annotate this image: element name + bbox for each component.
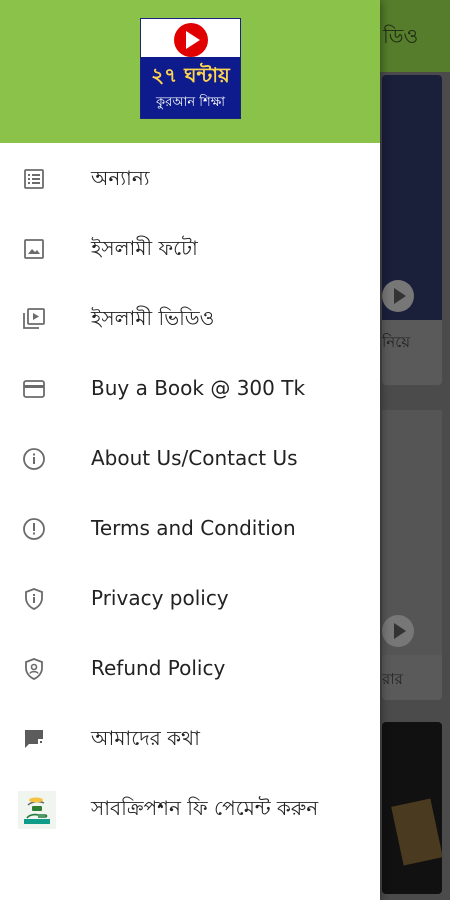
drawer-item-refund[interactable]: Refund Policy — [0, 633, 380, 703]
drawer-item-about-contact[interactable]: About Us/Contact Us — [0, 423, 380, 493]
video-card[interactable] — [382, 722, 443, 894]
payment-hand-icon — [18, 791, 56, 829]
play-icon — [174, 23, 208, 57]
drawer-item-label: ইসলামী ভিডিও — [91, 306, 215, 330]
background-app-title: ডিও — [383, 24, 419, 48]
drawer-item-others[interactable]: অন্যান্য — [0, 143, 380, 213]
feedback-icon — [22, 727, 46, 751]
drawer-item-our-words[interactable]: আমাদের কথা — [0, 703, 380, 773]
shield-info-icon — [22, 587, 46, 611]
play-icon[interactable] — [382, 280, 414, 312]
video-library-icon — [22, 307, 46, 331]
drawer-item-label: সাবক্রিপশন ফি পেমেন্ট করুন — [91, 796, 319, 820]
video-title: নিয়ে — [382, 333, 411, 351]
drawer-menu: অন্যান্য ইসলামী ফটো ইসলামী ভিডিও Buy a B… — [0, 143, 380, 843]
navigation-drawer: ২৭ ঘন্টায় কুরআন শিক্ষা অন্যান্য ইসলামী … — [0, 0, 380, 900]
drawer-item-islamic-video[interactable]: ইসলামী ভিডিও — [0, 283, 380, 353]
list-icon — [22, 167, 46, 191]
drawer-item-terms[interactable]: Terms and Condition — [0, 493, 380, 563]
logo-subtitle: কুরআন শিক্ষা — [155, 95, 225, 110]
drawer-item-label: Privacy policy — [91, 586, 229, 610]
video-card[interactable]: নিয়ে — [382, 75, 442, 385]
info-icon — [22, 447, 46, 471]
drawer-item-label: অন্যান্য — [91, 166, 150, 190]
logo-title: ২৭ ঘন্টায় — [151, 63, 230, 87]
drawer-item-islamic-photo[interactable]: ইসলামী ফটো — [0, 213, 380, 283]
credit-card-icon — [22, 377, 46, 401]
video-thumbnail — [391, 798, 443, 866]
video-title: রার — [382, 670, 403, 688]
drawer-item-label: About Us/Contact Us — [91, 446, 298, 470]
play-icon[interactable] — [382, 615, 414, 647]
shield-person-icon — [22, 657, 46, 681]
drawer-item-label: Terms and Condition — [91, 516, 296, 540]
drawer-item-privacy[interactable]: Privacy policy — [0, 563, 380, 633]
drawer-item-label: ইসলামী ফটো — [91, 236, 198, 260]
app-logo: ২৭ ঘন্টায় কুরআন শিক্ষা — [140, 18, 241, 119]
image-icon — [22, 237, 46, 261]
video-card[interactable]: রার — [382, 410, 442, 700]
drawer-header: ২৭ ঘন্টায় কুরআন শিক্ষা — [0, 0, 380, 143]
drawer-item-label: Buy a Book @ 300 Tk — [91, 376, 306, 400]
drawer-item-label: আমাদের কথা — [91, 726, 200, 750]
alert-circle-icon — [22, 517, 46, 541]
drawer-item-subscription-payment[interactable]: সাবক্রিপশন ফি পেমেন্ট করুন — [0, 773, 380, 843]
drawer-item-buy-book[interactable]: Buy a Book @ 300 Tk — [0, 353, 380, 423]
drawer-item-label: Refund Policy — [91, 656, 226, 680]
